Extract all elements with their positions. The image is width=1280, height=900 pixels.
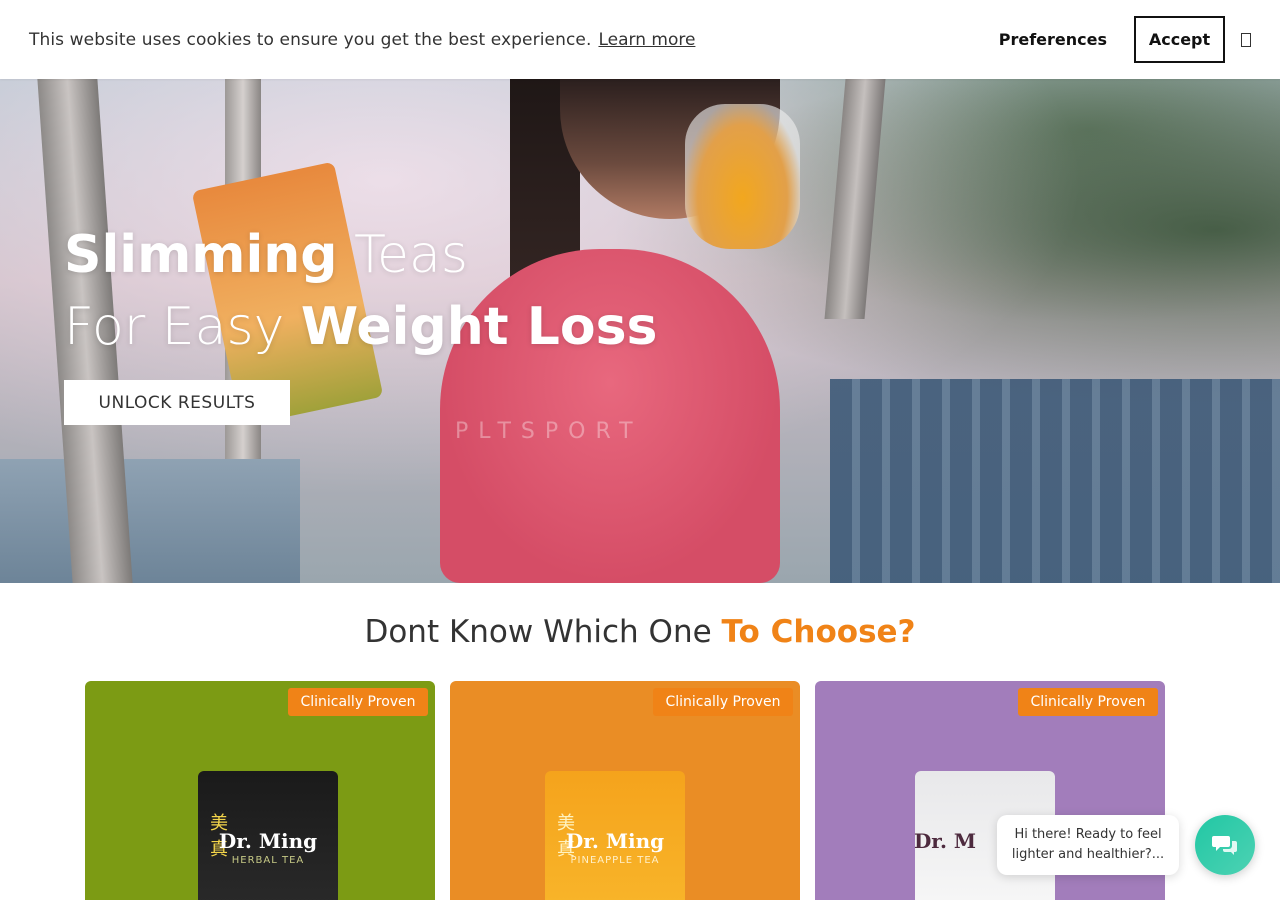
hero-banner: PLTSPORT Slimming Teas For Easy Weight L… (0, 79, 1280, 583)
hero-title-light: Teas (337, 225, 468, 285)
close-icon[interactable] (1241, 32, 1251, 47)
clinically-proven-badge: Clinically Proven (288, 688, 428, 716)
shirt-text: PLTSPORT (455, 419, 643, 444)
cookie-banner: This website uses cookies to ensure you … (0, 0, 1280, 79)
unlock-results-button[interactable]: UNLOCK RESULTS (64, 380, 290, 425)
product-brand: Dr. Ming (565, 829, 665, 853)
preferences-button[interactable]: Preferences (999, 30, 1107, 49)
learn-more-link[interactable]: Learn more (598, 30, 695, 50)
clinically-proven-badge: Clinically Proven (653, 688, 793, 716)
hero-title-line-2: For Easy Weight Loss (64, 291, 657, 363)
product-package-image: 美真 Dr. Ming PINEAPPLE TEA (545, 771, 685, 900)
hero-title-bold: Weight Loss (300, 297, 658, 357)
chat-button[interactable] (1195, 815, 1255, 875)
section-title-accent: To Choose? (721, 614, 916, 650)
hero-title-line-1: Slimming Teas (64, 219, 657, 291)
product-card[interactable]: Clinically Proven 美真 Dr. Ming PINEAPPLE … (450, 681, 800, 900)
chat-icon (1212, 836, 1237, 855)
hero-fence (830, 379, 1280, 583)
hero-water (0, 459, 300, 583)
clinically-proven-badge: Clinically Proven (1018, 688, 1158, 716)
product-brand: Dr. Ming (218, 829, 318, 853)
tea-glass-image (685, 104, 800, 249)
product-subtitle: PINEAPPLE TEA (570, 855, 660, 866)
hero-title: Slimming Teas For Easy Weight Loss (64, 219, 657, 363)
hero-title-light: For Easy (64, 297, 301, 357)
accept-button[interactable]: Accept (1134, 16, 1225, 63)
product-brand: Dr. M (913, 829, 977, 853)
section-title: Dont Know Which One To Choose? (0, 614, 1280, 650)
product-package-image: 美真 Dr. Ming HERBAL TEA (198, 771, 338, 900)
chat-greeting[interactable]: Hi there! Ready to feel lighter and heal… (997, 815, 1179, 875)
section-title-plain: Dont Know Which One (364, 614, 722, 650)
product-subtitle: HERBAL TEA (231, 855, 305, 866)
hero-title-bold: Slimming (64, 225, 338, 285)
product-card[interactable]: Clinically Proven 美真 Dr. Ming HERBAL TEA (85, 681, 435, 900)
cookie-message: This website uses cookies to ensure you … (29, 29, 592, 50)
